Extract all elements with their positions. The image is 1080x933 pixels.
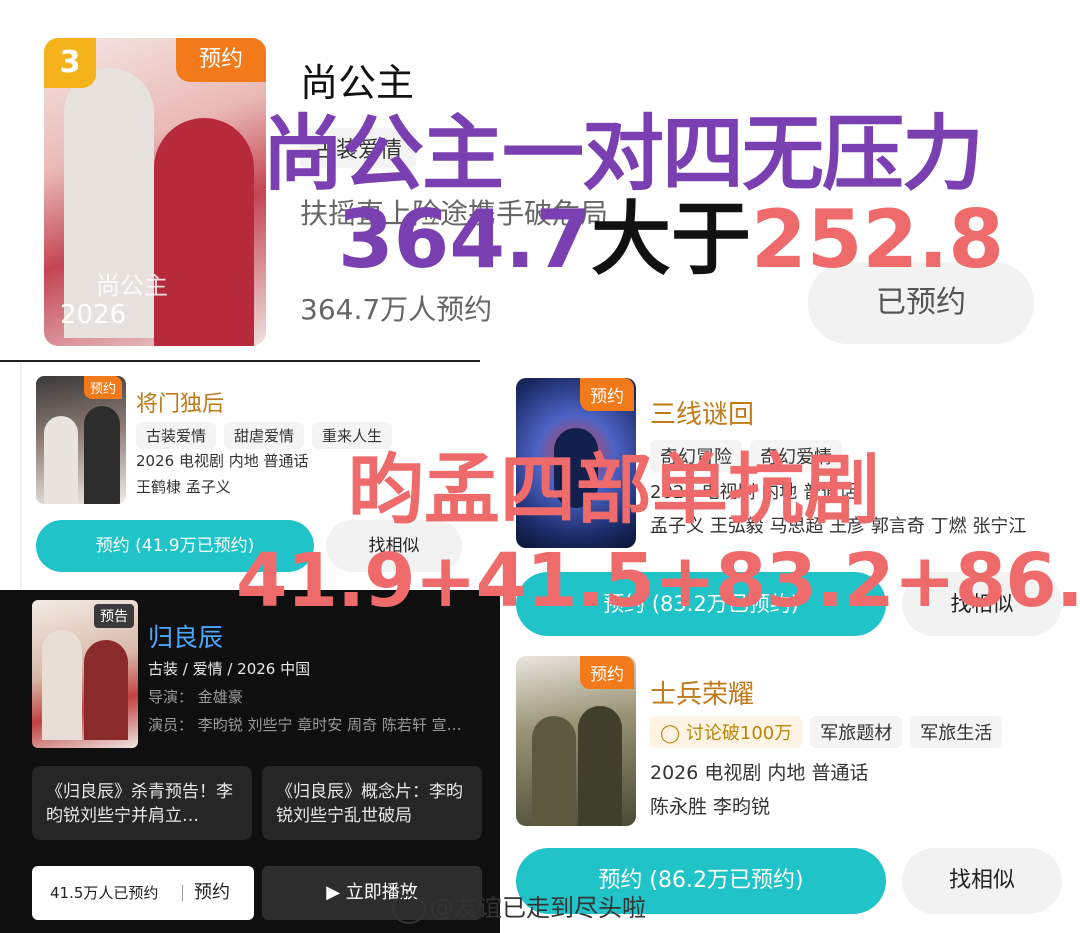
overlay-line-2: 364.7大于252.8 [338, 200, 1004, 280]
guiliang-director: 导演： 金雄豪 [148, 688, 243, 706]
poster-figure [44, 416, 78, 504]
watermark-text: @友谊已走到尽头啦 [430, 894, 646, 922]
overlay-value-b: 252.8 [751, 193, 1005, 286]
poster-figure [578, 706, 622, 826]
guiliang-actors: 演员： 李昀锐 刘些宁 章时安 周奇 陈若轩 宣… [148, 716, 462, 734]
shibing-similar-button[interactable]: 找相似 [902, 848, 1062, 914]
reserve-badge: 预约 [176, 38, 266, 82]
shibing-cast: 陈永胜 李昀锐 [650, 796, 771, 818]
jiangmen-meta: 2026 电视剧 内地 普通话 [136, 452, 309, 470]
tag[interactable]: 甜虐爱情 [224, 422, 305, 449]
sanxian-badge: 预约 [580, 378, 634, 411]
guiliang-reserve-label: 预约 [194, 882, 230, 903]
overlay-compare: 大于 [591, 193, 752, 286]
guiliang-title[interactable]: 归良辰 [148, 618, 223, 654]
tag[interactable]: 军旅生活 [910, 716, 1003, 748]
poster-figure [42, 630, 82, 740]
shibing-tags: ◯ 讨论破100万 军旅题材 军旅生活 [650, 716, 1010, 748]
guiliang-reserve-box[interactable]: 41.5万人已预约 预约 [32, 866, 254, 920]
guiliang-meta: 古装 / 爱情 / 2026 中国 [148, 660, 311, 678]
separator [182, 885, 183, 901]
overlay-line-1: 尚公主一对四无压力 [262, 107, 984, 202]
shibing-badge: 预约 [580, 656, 634, 689]
guiliang-badge: 预告 [94, 604, 134, 628]
poster-year: 2026 [60, 300, 127, 330]
chat-icon: ◯ [660, 723, 681, 744]
jiangmen-badge: 预约 [84, 376, 123, 399]
poster-figure [532, 716, 576, 826]
guiliang-clip-1[interactable]: 《归良辰》杀青预告！李昀锐刘些宁并肩立… [32, 766, 252, 840]
tag[interactable]: 古装爱情 [136, 422, 217, 449]
poster-figure [154, 118, 254, 346]
overlay-value-a: 364.7 [338, 193, 592, 286]
poster-figure [84, 640, 128, 740]
tag[interactable]: 军旅题材 [810, 716, 903, 748]
discuss-tag-label: 讨论破100万 [685, 723, 793, 744]
guiliang-reserve-count: 41.5万人已预约 [50, 884, 159, 902]
jiangmen-title[interactable]: 将门独后 [136, 386, 224, 418]
overlay-line-3: 昀孟四部单抗剧 [348, 445, 880, 534]
overlay-line-4: 41.9+41.5+83.2+86.2 [236, 538, 1080, 624]
poster-figure [84, 406, 120, 504]
rank-badge: 3 [44, 38, 96, 88]
shibing-title[interactable]: 士兵荣耀 [650, 674, 754, 711]
jiangmen-cast: 王鹤棣 孟子义 [136, 478, 231, 496]
weibo-icon [392, 894, 426, 924]
shibing-meta: 2026 电视剧 内地 普通话 [650, 762, 869, 784]
discuss-tag[interactable]: ◯ 讨论破100万 [650, 716, 803, 748]
drama-title[interactable]: 尚公主 [300, 52, 414, 107]
play-icon: ▶ [326, 882, 341, 903]
poster-title-text: 尚公主 [96, 272, 168, 300]
reserve-count: 364.7万人预约 [300, 293, 493, 326]
sanxian-title[interactable]: 三线谜回 [650, 394, 754, 431]
watermark: @友谊已走到尽头啦 [392, 888, 646, 924]
guiliang-clip-2[interactable]: 《归良辰》概念片：李昀锐刘些宁乱世破局 [262, 766, 482, 840]
